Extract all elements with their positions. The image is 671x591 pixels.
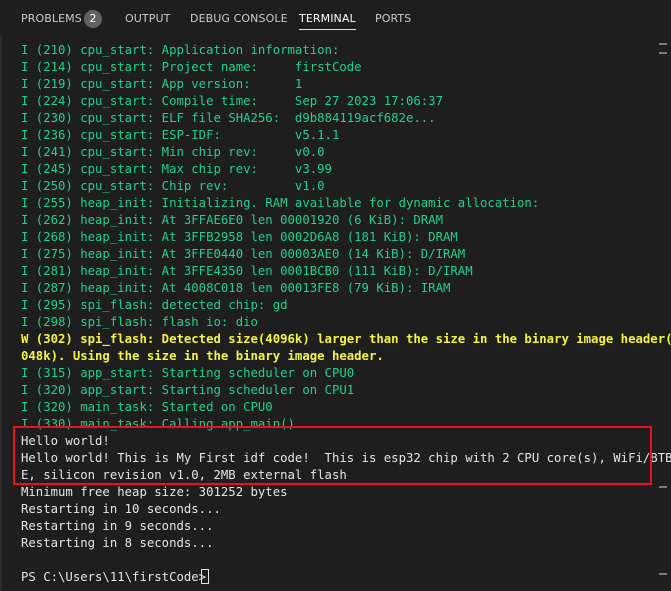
terminal-line: I (315) app_start: Starting scheduler on… bbox=[21, 366, 355, 380]
terminal-line: I (268) heap_init: At 3FFB2958 len 0002D… bbox=[21, 230, 458, 244]
tab-problems[interactable]: PROBLEMS bbox=[21, 0, 82, 36]
panel-tab-bar: PROBLEMS 2 OUTPUT DEBUG CONSOLE TERMINAL… bbox=[0, 0, 671, 36]
terminal-line: Restarting in 9 seconds... bbox=[21, 519, 214, 533]
terminal-line: Restarting in 10 seconds... bbox=[21, 502, 221, 516]
terminal-line: I (224) cpu_start: Compile time: Sep 27 … bbox=[21, 94, 443, 108]
scrollbar-marker bbox=[659, 52, 667, 54]
scrollbar-marker bbox=[659, 486, 667, 488]
tab-ports[interactable]: PORTS bbox=[375, 0, 411, 36]
terminal-output[interactable]: I (210) cpu_start: Application informati… bbox=[0, 36, 671, 591]
terminal-line: Restarting in 8 seconds... bbox=[21, 536, 214, 550]
highlight-annotation-box bbox=[13, 426, 652, 485]
problems-count-badge: 2 bbox=[84, 10, 102, 28]
scrollbar-marker bbox=[659, 573, 667, 575]
terminal-cursor bbox=[201, 569, 209, 584]
terminal-line: I (219) cpu_start: App version: 1 bbox=[21, 77, 303, 91]
terminal-line: I (287) heap_init: At 4008C018 len 00013… bbox=[21, 281, 451, 295]
terminal-line: I (320) main_task: Started on CPU0 bbox=[21, 400, 273, 414]
terminal-line: I (281) heap_init: At 3FFE4350 len 0001B… bbox=[21, 264, 473, 278]
tab-output[interactable]: OUTPUT bbox=[125, 0, 170, 36]
tab-debug-console[interactable]: DEBUG CONSOLE bbox=[190, 0, 288, 36]
scrollbar-marker bbox=[659, 43, 667, 45]
terminal-line: Minimum free heap size: 301252 bytes bbox=[21, 485, 288, 499]
terminal-line: I (298) spi_flash: flash io: dio bbox=[21, 315, 258, 329]
terminal-line: I (236) cpu_start: ESP-IDF: v5.1.1 bbox=[21, 128, 340, 142]
terminal-line: I (255) heap_init: Initializing. RAM ava… bbox=[21, 196, 540, 210]
terminal-line: I (275) heap_init: At 3FFE0440 len 00003… bbox=[21, 247, 466, 261]
terminal-line: I (230) cpu_start: ELF file SHA256: d9b8… bbox=[21, 111, 436, 125]
terminal-prompt: PS C:\Users\11\firstCode> bbox=[21, 570, 214, 584]
tab-terminal[interactable]: TERMINAL bbox=[299, 0, 356, 36]
terminal-line: I (320) app_start: Starting scheduler on… bbox=[21, 383, 355, 397]
terminal-line: I (262) heap_init: At 3FFAE6E0 len 00001… bbox=[21, 213, 443, 227]
terminal-line: I (245) cpu_start: Max chip rev: v3.99 bbox=[21, 162, 332, 176]
terminal-line: I (241) cpu_start: Min chip rev: v0.0 bbox=[21, 145, 325, 159]
terminal-line: I (214) cpu_start: Project name: firstCo… bbox=[21, 60, 362, 74]
terminal-warning-line: 048k). Using the size in the binary imag… bbox=[21, 349, 384, 363]
terminal-warning-line: W (302) spi_flash: Detected size(4096k) … bbox=[21, 332, 671, 346]
terminal-line: I (210) cpu_start: Application informati… bbox=[21, 43, 340, 57]
terminal-line: I (295) spi_flash: detected chip: gd bbox=[21, 298, 288, 312]
terminal-line: I (250) cpu_start: Chip rev: v1.0 bbox=[21, 179, 325, 193]
